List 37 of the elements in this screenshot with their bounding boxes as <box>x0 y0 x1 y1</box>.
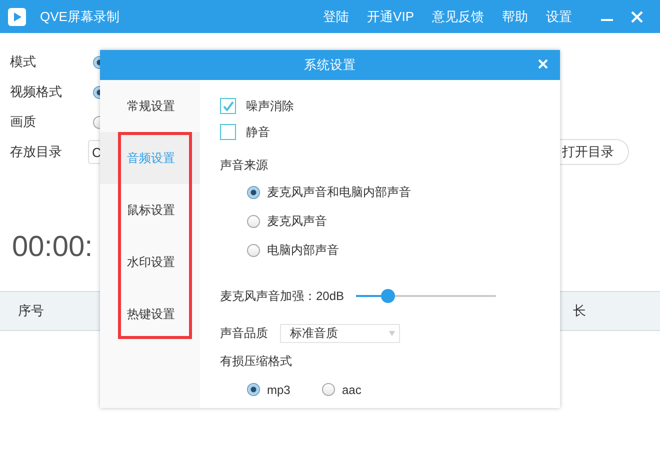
slider-label: 麦克风声音加强：20dB <box>220 288 344 304</box>
radio-button[interactable] <box>247 383 260 396</box>
field-label: 画质 <box>10 113 37 131</box>
field-label: 视频格式 <box>10 83 63 101</box>
timer-display: 00:00: <box>12 230 93 265</box>
checkbox[interactable] <box>220 124 236 140</box>
settings-tab[interactable]: 水印设置 <box>100 236 200 288</box>
window-title: QVE屏幕录制 <box>40 8 120 26</box>
checkbox[interactable] <box>220 98 236 114</box>
app-logo-icon <box>8 8 26 26</box>
close-icon[interactable] <box>538 59 548 69</box>
field-label: 模式 <box>10 53 37 71</box>
dropdown-arrow-icon <box>389 330 395 336</box>
field-label: 存放目录 <box>10 143 63 161</box>
radio-label: 电脑内部声音 <box>267 242 339 259</box>
column-header: 序号 <box>18 302 44 320</box>
radio-button[interactable] <box>247 244 260 257</box>
radio-label: 麦克风声音 <box>267 213 327 230</box>
radio-button[interactable] <box>322 383 335 396</box>
radio-label: mp3 <box>267 382 290 396</box>
section-label: 有损压缩格式 <box>220 352 293 370</box>
settings-tab[interactable]: 鼠标设置 <box>100 184 200 236</box>
settings-tab[interactable]: 热键设置 <box>100 288 200 340</box>
column-header: 长 <box>573 302 586 320</box>
radio-label: aac <box>342 382 362 396</box>
radio-label: 麦克风声音和电脑内部声音 <box>267 184 411 201</box>
radio-button[interactable] <box>247 215 260 228</box>
settings-tab[interactable]: 常规设置 <box>100 80 200 132</box>
slider-handle[interactable] <box>381 289 396 303</box>
dialog-title: 系统设置 <box>304 56 356 74</box>
close-icon[interactable] <box>630 10 644 24</box>
section-label: 声音来源 <box>220 156 269 174</box>
radio-button[interactable] <box>247 186 260 199</box>
quality-dropdown[interactable]: 标准音质 <box>280 324 400 342</box>
checkbox-label: 静音 <box>246 124 270 140</box>
field-label: 声音品质 <box>220 324 268 342</box>
checkbox-label: 噪声消除 <box>246 98 294 114</box>
